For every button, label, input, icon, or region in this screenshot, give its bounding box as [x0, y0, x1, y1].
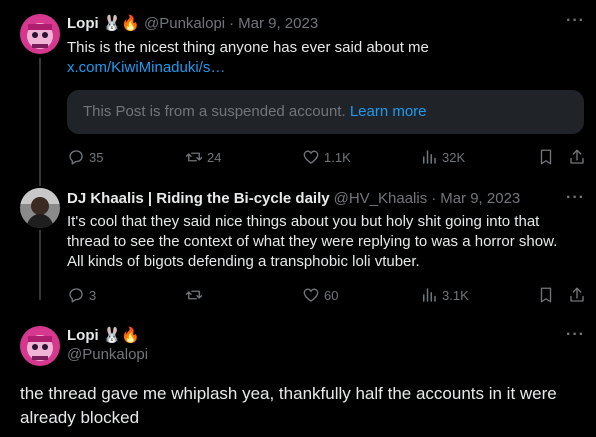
views-button[interactable]: 32K — [420, 148, 465, 166]
post1-text: This is the nicest thing anyone has ever… — [67, 38, 577, 78]
repost-icon — [185, 290, 203, 300]
repost-button[interactable]: 24 — [185, 148, 221, 166]
author-handle[interactable]: @HV_Khaalis — [334, 190, 428, 207]
views-chart-icon — [423, 288, 436, 302]
share-button[interactable] — [568, 286, 586, 304]
post2-text: It's cool that they said nice things abo… — [67, 212, 587, 272]
post-date[interactable]: Mar 9, 2023 — [440, 190, 520, 207]
reply-count: 3 — [89, 287, 97, 303]
more-options-icon[interactable]: ··· — [566, 189, 585, 207]
views-chart-icon — [423, 150, 436, 164]
bookmark-icon — [540, 287, 552, 303]
post-text-line: thread to see the context of what they w… — [67, 233, 558, 250]
share-icon — [570, 287, 584, 302]
post1-header: Lopi 🐰🔥 @Punkalopi · Mar 9, 2023 — [67, 14, 318, 33]
author-name[interactable]: Lopi — [67, 15, 99, 32]
like-button[interactable]: 1.1K — [302, 148, 351, 166]
share-button[interactable] — [568, 148, 586, 166]
separator: · — [229, 14, 235, 32]
post3-text: the thread gave me whiplash yea, thankfu… — [20, 382, 590, 430]
reply-count: 35 — [89, 149, 104, 165]
learn-more-link[interactable]: Learn more — [350, 103, 427, 120]
post-text-line: the thread gave me whiplash yea, thankfu… — [20, 384, 557, 403]
post-text-line: already blocked — [20, 408, 140, 427]
post3-header: Lopi 🐰🔥 — [67, 326, 141, 345]
like-count: 60 — [324, 287, 339, 303]
reply-button[interactable]: 3 — [67, 286, 96, 304]
post2-header: DJ Khaalis | Riding the Bi-cycle daily @… — [67, 190, 520, 207]
post-text-line: All kinds of bigots defending a transpho… — [67, 253, 420, 270]
heart-icon — [303, 288, 319, 302]
post-date[interactable]: Mar 9, 2023 — [238, 15, 318, 32]
separator: · — [431, 190, 437, 207]
repost-button[interactable] — [185, 286, 207, 304]
author-handle[interactable]: @Punkalopi — [144, 15, 225, 32]
thread-line — [39, 58, 41, 186]
quoted-post-card: This Post is from a suspended account. L… — [67, 90, 584, 134]
author-name[interactable]: DJ Khaalis | Riding the Bi-cycle daily — [67, 190, 330, 207]
post-link[interactable]: x.com/KiwiMinaduki/s… — [67, 58, 577, 78]
heart-icon — [303, 150, 319, 164]
avatar[interactable] — [20, 14, 60, 54]
view-count: 32K — [442, 149, 466, 165]
author-emojis: 🐰🔥 — [102, 327, 141, 344]
thread-line — [39, 230, 41, 300]
author-emojis: 🐰🔥 — [102, 15, 141, 32]
bookmark-icon — [540, 149, 552, 165]
reply-icon — [69, 288, 83, 303]
view-count: 3.1K — [442, 287, 469, 303]
post-text-line: It's cool that they said nice things abo… — [67, 213, 540, 230]
bookmark-button[interactable] — [537, 148, 555, 166]
repost-icon — [185, 152, 203, 162]
avatar[interactable] — [20, 188, 60, 228]
author-handle[interactable]: @Punkalopi — [67, 346, 148, 363]
repost-count: 24 — [207, 149, 222, 165]
bookmark-button[interactable] — [537, 286, 555, 304]
like-button[interactable]: 60 — [302, 286, 338, 304]
avatar[interactable] — [20, 326, 60, 366]
author-name[interactable]: Lopi — [67, 327, 99, 344]
like-count: 1.1K — [324, 149, 351, 165]
more-options-icon[interactable]: ··· — [566, 326, 585, 344]
suspended-notice: This Post is from a suspended account. — [83, 103, 346, 120]
reply-icon — [69, 150, 83, 165]
reply-button[interactable]: 35 — [67, 148, 103, 166]
post-text: This is the nicest thing anyone has ever… — [67, 39, 429, 56]
views-button[interactable]: 3.1K — [420, 286, 469, 304]
more-options-icon[interactable]: ··· — [566, 12, 585, 30]
share-icon — [570, 149, 584, 164]
